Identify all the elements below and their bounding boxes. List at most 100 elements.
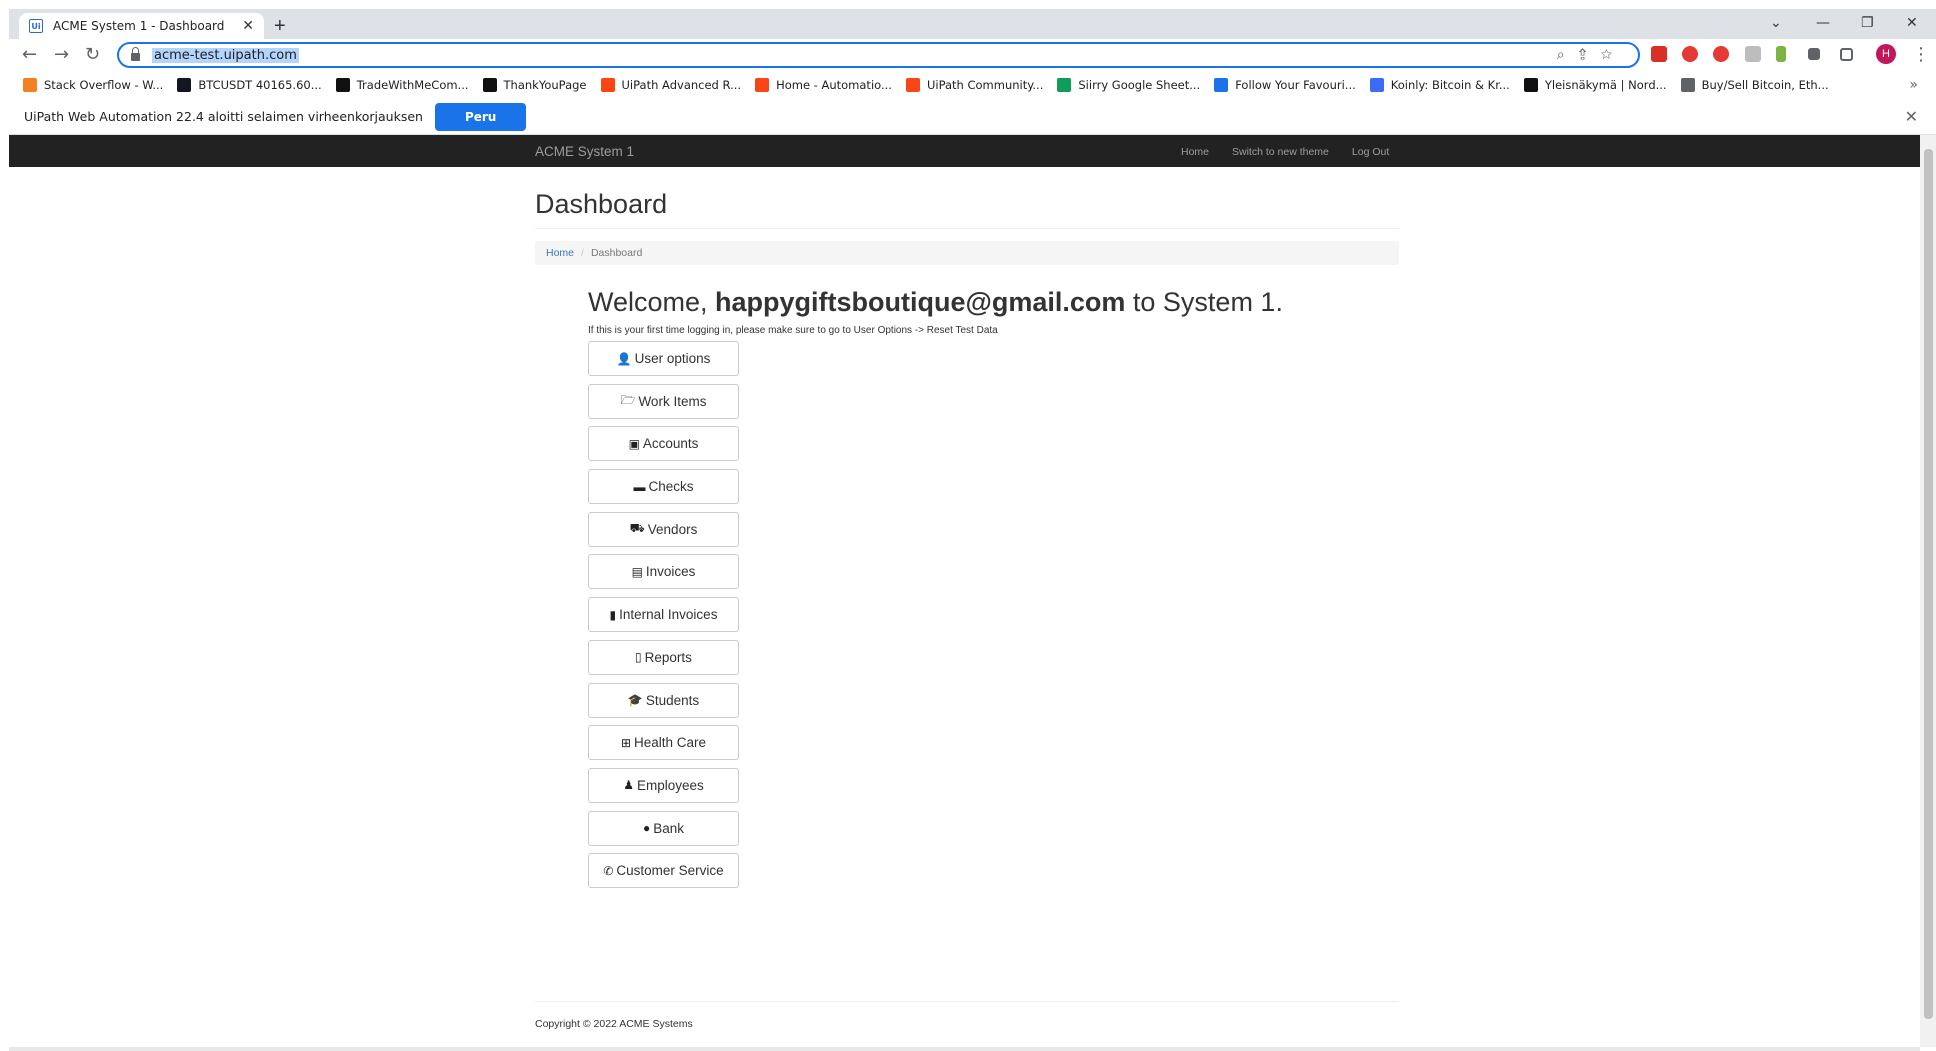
reports-button[interactable]: ▯ Reports <box>588 639 739 675</box>
dashboard-button-list: 👤 User options 🗁 Work Items ▣ Accounts ▬ Checks… <box>588 341 739 896</box>
welcome-user: happygiftsboutique@gmail.com <box>715 287 1126 317</box>
bookmark-label: TradeWithMeCom... <box>356 78 469 92</box>
work-items-button[interactable]: 🗁 Work Items <box>588 383 739 419</box>
file-text-icon: ▤ <box>631 564 643 579</box>
bookmark-favicon-icon <box>335 78 350 92</box>
top-navbar: ACME System 1 Home Switch to new theme L… <box>9 135 1920 167</box>
extension-icon[interactable] <box>1651 46 1667 62</box>
employees-button[interactable]: ♟ Employees <box>588 767 739 803</box>
bookmark-item[interactable]: UiPath Community... <box>905 78 1044 92</box>
breadcrumb-home-link[interactable]: Home <box>546 247 574 259</box>
welcome-prefix: Welcome, <box>588 287 716 317</box>
nav-home-link[interactable]: Home <box>1181 146 1209 158</box>
close-window-icon[interactable]: ✕ <box>1906 15 1918 31</box>
bank-button[interactable]: ● Bank <box>588 810 739 846</box>
health-care-button[interactable]: ⊞ Health Care <box>588 725 739 761</box>
address-bar[interactable]: acme-test.uipath.com ⌕⇪☆ <box>117 42 1640 68</box>
opera-extension-icon[interactable] <box>1713 46 1729 62</box>
invoices-button[interactable]: ▤ Invoices <box>588 554 739 590</box>
bookmark-item[interactable]: Buy/Sell Bitcoin, Eth... <box>1680 78 1829 92</box>
bookmark-item[interactable]: Stack Overflow - W... <box>23 78 163 92</box>
internal-invoices-button[interactable]: ▮ Internal Invoices <box>588 597 739 633</box>
bookmark-label: ThankYouPage <box>503 78 587 92</box>
bookmarks-bar: Stack Overflow - W... BTCUSDT 40165.60...… <box>9 71 1936 99</box>
cancel-debug-button[interactable]: Peru <box>434 102 527 131</box>
more-bookmarks-icon[interactable]: » <box>1909 77 1918 93</box>
bookmark-item[interactable]: Yleisnäkymä | Nord... <box>1523 78 1667 92</box>
lock-icon[interactable] <box>131 47 140 61</box>
bookmark-item[interactable]: Koinly: Bitcoin & Kr... <box>1369 78 1510 92</box>
bookmark-label: Yleisnäkymä | Nord... <box>1544 78 1667 92</box>
bookmark-favicon-icon <box>1680 78 1695 92</box>
devtools-extension-icon[interactable] <box>1745 46 1761 62</box>
forward-icon[interactable]: → <box>54 44 69 65</box>
money-icon: ▣ <box>628 436 640 451</box>
folder-open-icon: 🗁 <box>620 392 636 407</box>
bookmark-favicon-icon <box>1369 78 1384 92</box>
minimize-icon[interactable]: — <box>1816 15 1830 31</box>
copyright-text: Copyright © 2022 ACME Systems <box>535 1018 693 1030</box>
bookmark-label: Stack Overflow - W... <box>44 78 164 92</box>
menu-dots-icon[interactable]: ⋮ <box>1912 44 1930 65</box>
accounts-button[interactable]: ▣ Accounts <box>588 426 739 462</box>
reload-icon[interactable]: ↻ <box>85 44 100 65</box>
debug-infobar: UiPath Web Automation 22.4 aloitti selai… <box>9 99 1936 135</box>
students-button[interactable]: 🎓 Students <box>588 682 739 718</box>
main-container: Dashboard Home / Dashboard Welcome, happ… <box>535 167 1399 889</box>
nav-logout-link[interactable]: Log Out <box>1352 146 1389 158</box>
bookmark-label: Follow Your Favouri... <box>1235 78 1356 92</box>
bookmark-label: Koinly: Bitcoin & Kr... <box>1390 78 1510 92</box>
bookmark-item[interactable]: Siirry Google Sheet... <box>1057 78 1200 92</box>
scrollbar-thumb[interactable] <box>1924 149 1933 1019</box>
plant-extension-icon[interactable] <box>1776 46 1786 62</box>
tab-title: ACME System 1 - Dashboard <box>53 19 225 33</box>
close-tab-icon[interactable]: ✕ <box>242 18 254 34</box>
back-icon[interactable]: ← <box>22 44 37 65</box>
bookmark-item[interactable]: TradeWithMeCom... <box>335 78 469 92</box>
url-text[interactable]: acme-test.uipath.com <box>152 47 299 63</box>
bookmark-item[interactable]: BTCUSDT 40165.60... <box>177 78 322 92</box>
bookmark-star-icon[interactable]: ☆ <box>1601 46 1626 62</box>
navbar-brand[interactable]: ACME System 1 <box>535 144 634 159</box>
user-icon: 👤 <box>616 351 632 366</box>
side-panel-icon[interactable] <box>1840 48 1853 61</box>
zoom-icon[interactable]: ⌕ <box>1557 46 1579 62</box>
bookmark-favicon-icon <box>1214 78 1229 92</box>
bookmark-item[interactable]: Home - Automatio... <box>755 78 892 92</box>
page-viewport: ACME System 1 Home Switch to new theme L… <box>9 135 1920 1047</box>
profile-avatar[interactable]: H <box>1876 44 1896 64</box>
new-tab-button[interactable]: + <box>274 16 286 36</box>
address-bar-row: ← → ↻ acme-test.uipath.com ⌕⇪☆ H ⋮ <box>9 39 1936 71</box>
vertical-scrollbar[interactable] <box>1920 135 1936 1047</box>
customer-service-button[interactable]: ✆ Customer Service <box>588 853 739 889</box>
bookmark-item[interactable]: ThankYouPage <box>482 78 587 92</box>
bookmark-favicon-icon <box>1523 78 1538 92</box>
restore-icon[interactable]: ❐ <box>1861 15 1874 31</box>
bookmark-item[interactable]: UiPath Advanced R... <box>600 78 741 92</box>
medkit-icon: ⊞ <box>620 735 631 750</box>
checks-button[interactable]: ▬ Checks <box>588 469 739 505</box>
nav-switch-theme-link[interactable]: Switch to new theme <box>1232 146 1329 158</box>
extensions-puzzle-icon[interactable] <box>1808 48 1820 60</box>
tab-search-icon[interactable]: ⌄ <box>1770 15 1782 31</box>
button-label: Students <box>645 692 700 708</box>
user-tie-icon: ♟ <box>623 778 634 793</box>
shield-extension-icon[interactable] <box>1682 46 1698 62</box>
welcome-suffix: to System 1. <box>1125 287 1283 317</box>
bookmark-item[interactable]: Follow Your Favouri... <box>1214 78 1356 92</box>
vendors-button[interactable]: ⛟ Vendors <box>588 511 739 547</box>
button-label: Customer Service <box>616 863 724 879</box>
bookmark-favicon-icon <box>905 78 920 92</box>
tab-dashboard[interactable]: Ui ACME System 1 - Dashboard ✕ <box>19 13 264 39</box>
uipath-favicon-icon: Ui <box>29 19 43 33</box>
bookmark-label: Buy/Sell Bitcoin, Eth... <box>1701 78 1829 92</box>
close-infobar-icon[interactable]: ✕ <box>1905 107 1918 126</box>
bookmark-label: UiPath Community... <box>926 78 1044 92</box>
user-options-button[interactable]: 👤 User options <box>588 341 739 376</box>
bookmark-favicon-icon <box>23 78 37 92</box>
bookmark-favicon-icon <box>1057 78 1072 92</box>
page-title: Dashboard <box>535 189 1399 229</box>
piggy-bank-icon: ● <box>642 821 651 836</box>
share-icon[interactable]: ⇪ <box>1579 46 1601 62</box>
truck-icon: ⛟ <box>629 521 645 536</box>
